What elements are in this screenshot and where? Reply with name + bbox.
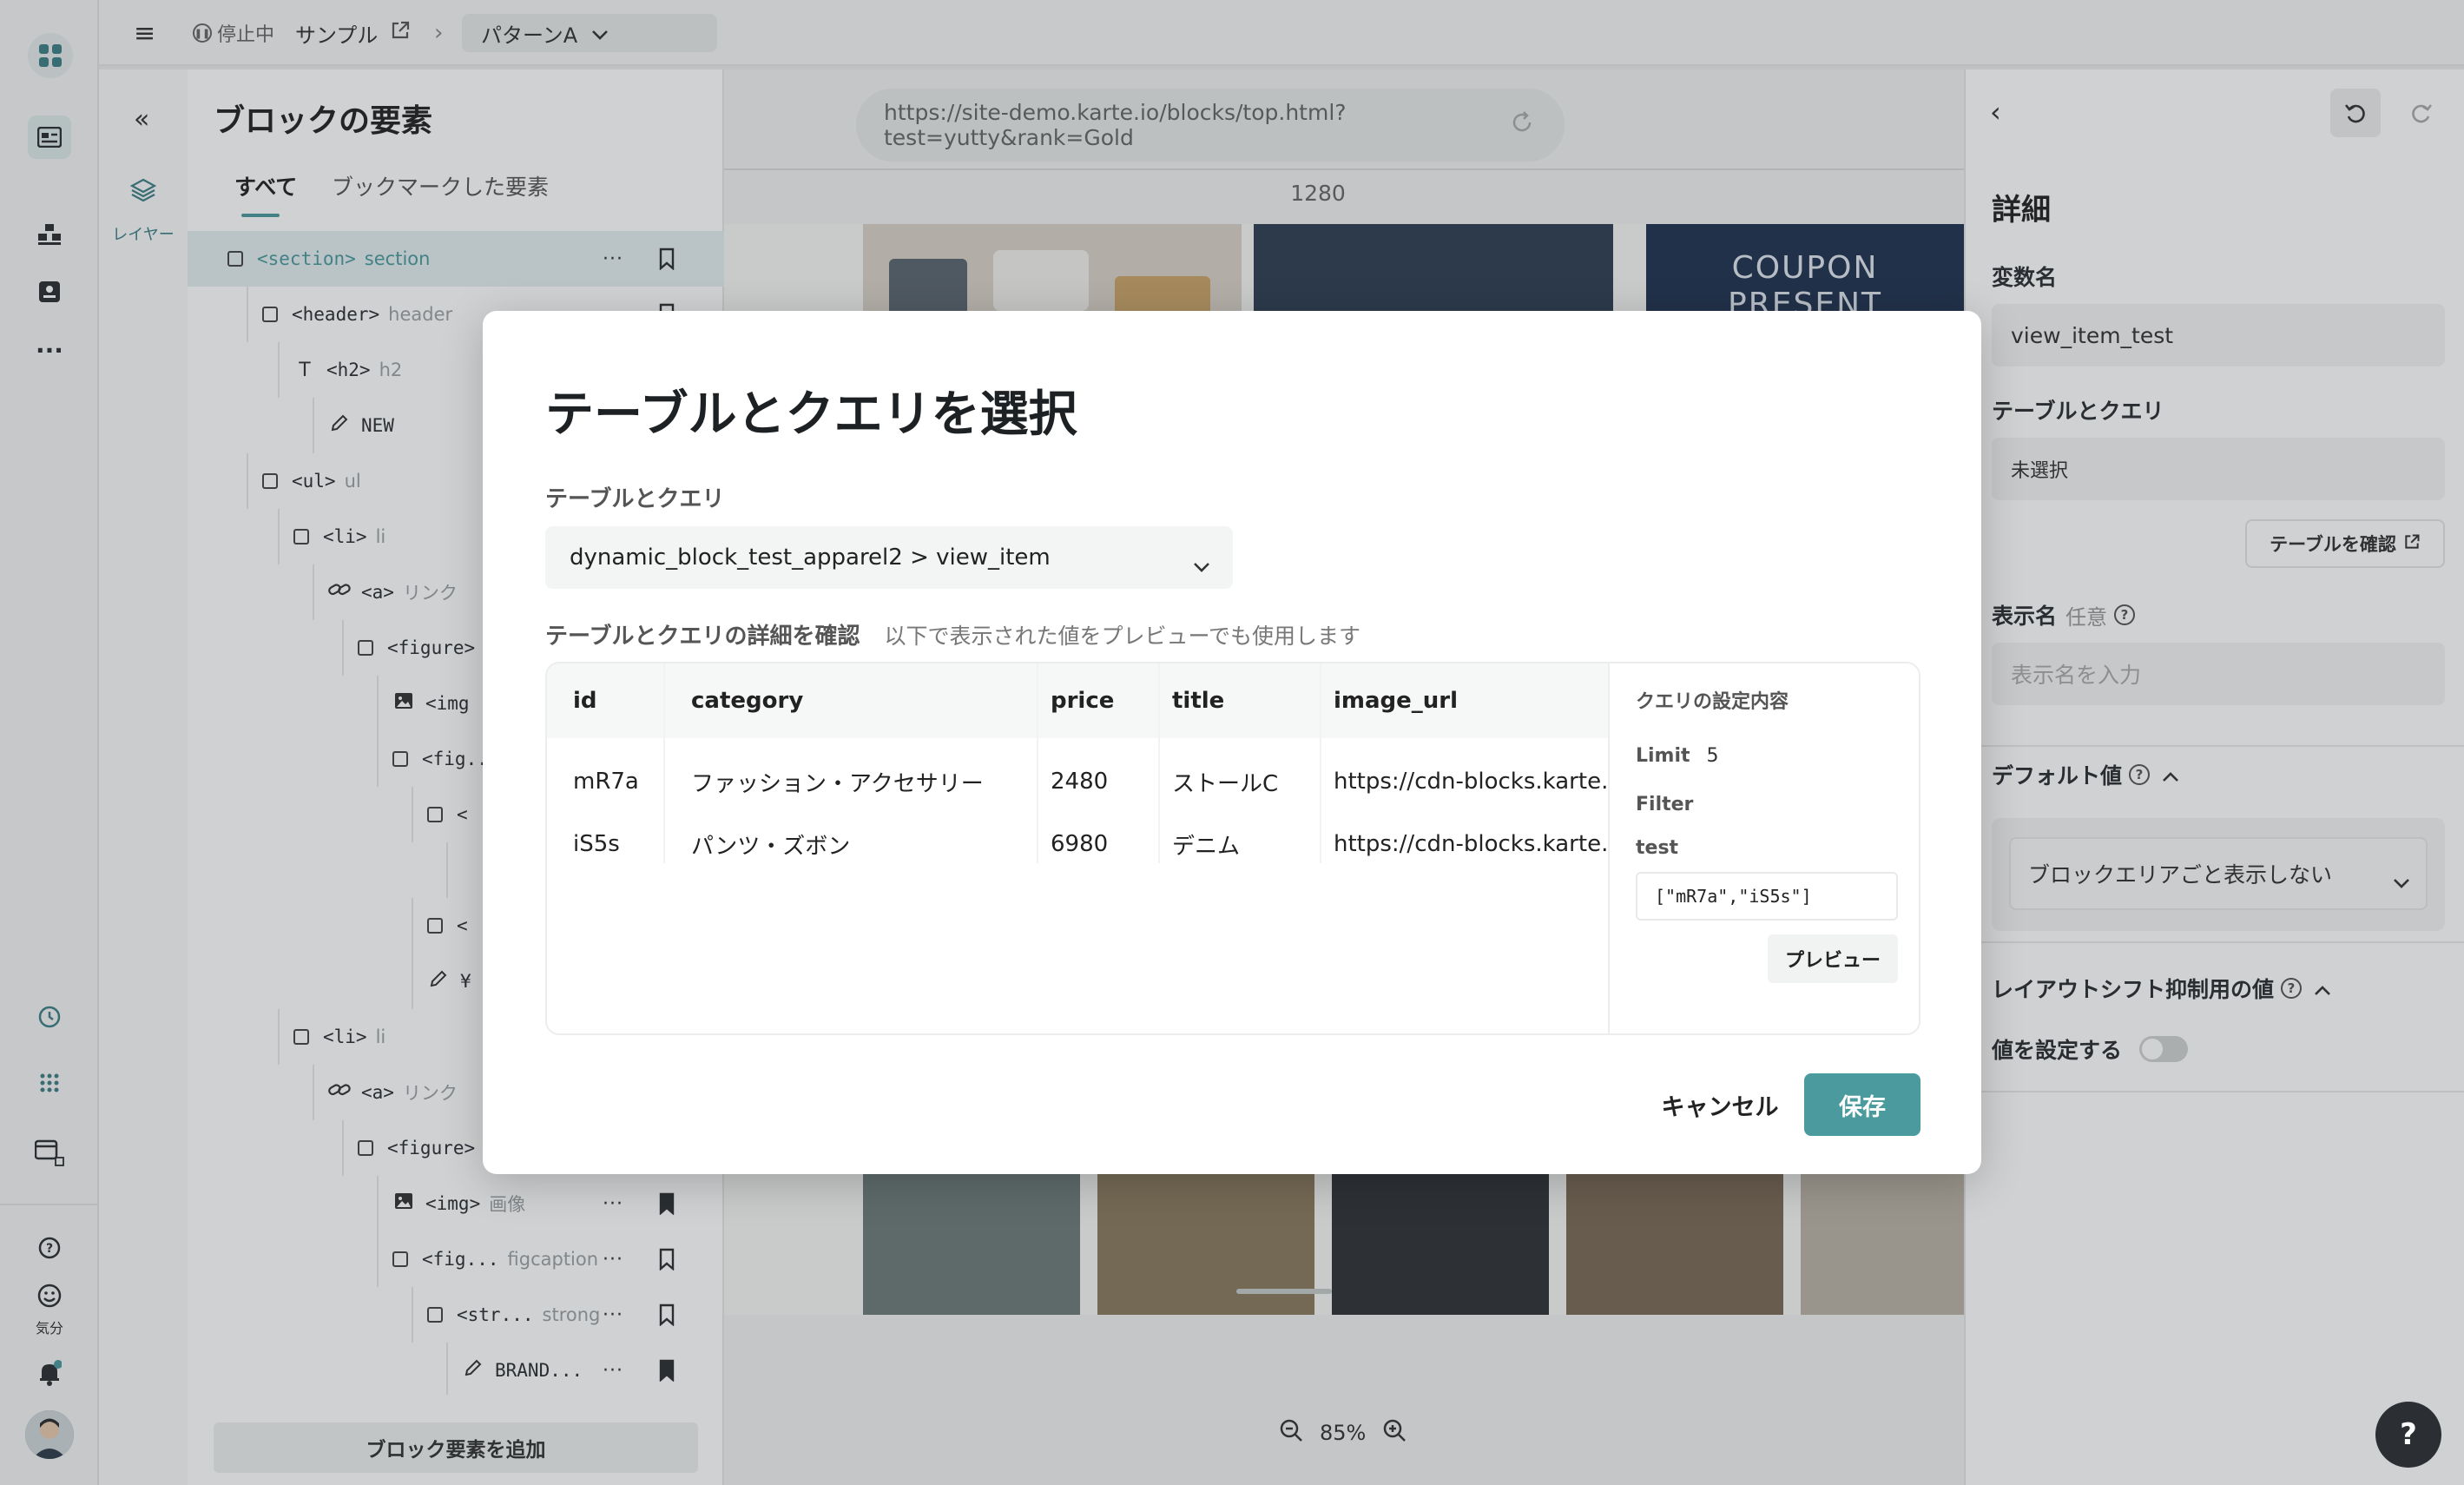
column-header-price[interactable]: price — [1051, 663, 1114, 738]
table-query-select-label: テーブルとクエリ — [545, 486, 725, 512]
column-divider — [663, 663, 665, 863]
column-divider — [1158, 663, 1160, 863]
table-query-select[interactable]: dynamic_block_test_apparel2 > view_item — [545, 526, 1233, 589]
detail-note: 以下で表示された値をプレビューでも使用します — [884, 624, 1360, 649]
table-cell: iS5s — [573, 831, 620, 857]
limit-row: Limit 5 — [1636, 745, 1719, 767]
detail-label: テーブルとクエリの詳細を確認 — [545, 624, 860, 650]
query-detail-box: id category price title image_url mR7a ファッション・… — [545, 662, 1920, 1035]
table-cell: ファッション・アクセサリー — [691, 770, 984, 797]
table-cell: 2480 — [1051, 769, 1109, 795]
table-cell: 6980 — [1051, 831, 1109, 857]
query-settings-panel: クエリの設定内容 Limit 5 Filter test ["mR7a","iS… — [1610, 663, 1919, 1033]
filter-label: Filter — [1636, 794, 1694, 815]
select-table-query-modal: テーブルとクエリを選択 テーブルとクエリ dynamic_block_test_… — [483, 311, 1981, 1174]
column-header-image-url[interactable]: image_url — [1334, 663, 1458, 738]
cancel-button[interactable]: キャンセル — [1637, 1073, 1802, 1136]
filter-value-input[interactable]: ["mR7a","iS5s"] — [1636, 872, 1898, 921]
preview-button[interactable]: プレビュー — [1768, 934, 1898, 983]
column-divider — [1037, 663, 1038, 863]
help-chat-button[interactable]: ? — [2375, 1402, 2441, 1468]
query-result-table: id category price title image_url mR7a ファッション・… — [547, 663, 1608, 1033]
limit-label: Limit — [1636, 745, 1690, 767]
column-header-title[interactable]: title — [1172, 663, 1224, 738]
table-cell: https://cdn-blocks.karte.io/e1993 — [1334, 831, 1608, 857]
column-header-id[interactable]: id — [573, 663, 597, 738]
column-divider — [1320, 663, 1321, 863]
table-cell: パンツ・ズボン — [691, 833, 851, 860]
query-settings-title: クエリの設定内容 — [1636, 691, 1789, 713]
modal-title: テーブルとクエリを選択 — [545, 386, 1077, 443]
table-query-select-value: dynamic_block_test_apparel2 > view_item — [570, 544, 1051, 571]
column-header-category[interactable]: category — [691, 663, 803, 738]
filter-key: test — [1636, 837, 1679, 859]
save-button[interactable]: 保存 — [1804, 1073, 1920, 1136]
detail-heading: テーブルとクエリの詳細を確認 以下で表示された値をプレビューでも使用します — [545, 618, 1360, 650]
table-cell: デニム — [1172, 833, 1241, 860]
table-cell: ストールC — [1172, 770, 1279, 797]
limit-value: 5 — [1706, 745, 1719, 767]
table-cell: https://cdn-blocks.karte.io/e1993 — [1334, 769, 1608, 795]
table-cell: mR7a — [573, 769, 639, 795]
chevron-down-icon — [1193, 552, 1210, 578]
